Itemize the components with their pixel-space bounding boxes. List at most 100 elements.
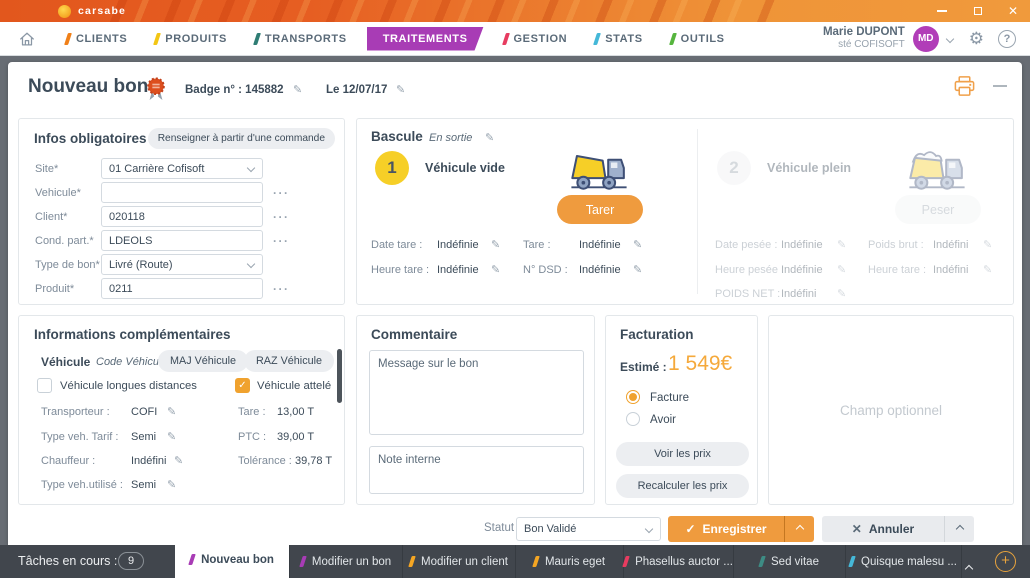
nav-item-produits[interactable]: PRODUITS	[155, 22, 227, 56]
vehicule-lookup-button[interactable]: ···	[273, 186, 290, 200]
poids-brut-edit-icon[interactable]: ✎	[983, 238, 992, 251]
heure-pesee-value: Indéfinie	[781, 264, 823, 276]
collapse-button[interactable]	[993, 85, 1007, 87]
printer-icon	[953, 75, 976, 97]
bascule-mode-edit-icon[interactable]: ✎	[485, 131, 494, 144]
radio-facture[interactable]	[626, 390, 640, 404]
tare-edit-icon[interactable]: ✎	[633, 238, 642, 251]
tare-info-label: Tare :	[238, 406, 266, 418]
tab-slash-icon	[758, 556, 766, 567]
poids-net-edit-icon[interactable]: ✎	[837, 287, 846, 300]
chevron-down-icon	[247, 164, 255, 172]
client-lookup-button[interactable]: ···	[273, 210, 290, 224]
tarer-button[interactable]: Tarer	[557, 195, 643, 224]
step2-circle: 2	[717, 151, 751, 185]
window-maximize-button[interactable]	[961, 0, 995, 22]
dsd-edit-icon[interactable]: ✎	[633, 263, 642, 276]
chauffeur-edit-icon[interactable]: ✎	[174, 454, 183, 467]
enregistrer-more-button[interactable]	[784, 516, 814, 542]
home-icon	[18, 30, 36, 48]
peser-button[interactable]: Peser	[895, 195, 981, 224]
scrollbar-thumb[interactable]	[337, 349, 342, 403]
produit-input[interactable]	[101, 278, 263, 299]
page-title: Nouveau bon	[28, 76, 148, 98]
new-tab-button[interactable]: +	[995, 551, 1016, 572]
tab-quisque-malesu[interactable]: Quisque malesu ...	[845, 545, 962, 578]
note-textarea[interactable]	[369, 446, 584, 494]
badge-edit-icon[interactable]: ✎	[293, 83, 302, 96]
heure-pesee-edit-icon[interactable]: ✎	[837, 263, 846, 276]
poids-net-label: POIDS NET :	[715, 288, 780, 300]
type-veh-tarif-value: Semi	[131, 431, 156, 443]
dsd-label: N° DSD :	[523, 264, 568, 276]
produit-lookup-button[interactable]: ···	[273, 282, 290, 296]
voir-les-prix-button[interactable]: Voir les prix	[616, 442, 749, 466]
raz-vehicule-button[interactable]: RAZ Véhicule	[244, 350, 334, 372]
enregistrer-button[interactable]: ✓ Enregistrer	[668, 516, 784, 542]
date-edit-icon[interactable]: ✎	[396, 83, 405, 96]
home-button[interactable]	[18, 30, 36, 48]
cond-part-lookup-button[interactable]: ···	[273, 234, 290, 248]
print-button[interactable]	[953, 75, 976, 102]
transporteur-edit-icon[interactable]: ✎	[167, 405, 176, 418]
panel-champ-optionnel: Champ optionnel	[768, 315, 1014, 505]
date-pesee-value: Indéfinie	[781, 239, 823, 251]
date-pesee-edit-icon[interactable]: ✎	[837, 238, 846, 251]
tab-mauris-eget[interactable]: Mauris eget	[515, 545, 623, 578]
logo-icon	[58, 5, 71, 18]
radio-avoir[interactable]	[626, 412, 640, 426]
tare-info-value: 13,00 T	[277, 406, 314, 418]
checkbox-vehicule-attele[interactable]: ✓	[235, 378, 250, 393]
panel-commentaire: Commentaire	[356, 315, 595, 505]
tab-sed-vitae[interactable]: Sed vitae	[733, 545, 845, 578]
chevron-up-icon	[955, 525, 963, 533]
maj-vehicule-button[interactable]: MAJ Véhicule	[158, 350, 248, 372]
nav-slash-icon	[64, 33, 72, 45]
panel-infos-obligatoires: Infos obligatoires Renseigner à partir d…	[18, 118, 345, 305]
tab-slash-icon	[622, 556, 630, 567]
tab-nouveau-bon[interactable]: Nouveau bon	[175, 541, 289, 578]
checkbox-vehicule-longues-distances[interactable]	[37, 378, 52, 393]
nav-item-stats[interactable]: STATS	[595, 22, 642, 56]
statut-select[interactable]: Bon Validé	[516, 517, 661, 541]
avatar[interactable]: MD	[913, 26, 939, 52]
maximize-icon	[974, 7, 982, 15]
type-veh-utilise-edit-icon[interactable]: ✎	[167, 478, 176, 491]
recalculer-les-prix-button[interactable]: Recalculer les prix	[616, 474, 749, 498]
type-bon-select[interactable]: Livré (Route)	[101, 254, 263, 275]
nav-item-gestion[interactable]: GESTION	[504, 22, 568, 56]
user-menu-chevron-icon[interactable]	[946, 34, 954, 42]
site-select[interactable]: 01 Carrière Cofisoft	[101, 158, 263, 179]
tab-phasellus-auctor[interactable]: Phasellus auctor ...	[623, 545, 733, 578]
annuler-button[interactable]: ✕ Annuler	[822, 516, 944, 542]
nav-item-clients[interactable]: CLIENTS	[66, 22, 127, 56]
vehicule-input[interactable]	[101, 182, 263, 203]
estimate-label: Estimé :	[620, 360, 667, 374]
tab-modifier-un-client[interactable]: Modifier un client	[402, 545, 515, 578]
window-minimize-button[interactable]	[925, 0, 959, 22]
taskbar: Tâches en cours : 9 Nouveau bon Modifier…	[0, 545, 1030, 578]
checkbox-longues-label: Véhicule longues distances	[60, 380, 197, 392]
window-close-button[interactable]: ✕	[996, 0, 1030, 22]
check-icon: ✓	[238, 380, 246, 391]
site-label: Site*	[35, 163, 58, 175]
client-input[interactable]	[101, 206, 263, 227]
help-button[interactable]: ?	[998, 30, 1016, 48]
nav-item-traitements[interactable]: TRAITEMENTS	[367, 27, 484, 51]
nav-slash-icon	[593, 33, 601, 45]
fill-from-order-button[interactable]: Renseigner à partir d'une commande	[148, 128, 335, 149]
cond-part-input[interactable]	[101, 230, 263, 251]
tab-modifier-un-bon[interactable]: Modifier un bon	[289, 545, 402, 578]
nav-item-transports[interactable]: TRANSPORTS	[255, 22, 347, 56]
date-pesee-label: Date pesée :	[715, 239, 777, 251]
heure-tare-edit-icon[interactable]: ✎	[491, 263, 500, 276]
settings-button[interactable]: ⚙	[969, 29, 984, 49]
message-textarea[interactable]	[369, 350, 584, 435]
panel-title: Facturation	[620, 327, 694, 342]
heure-tare2-edit-icon[interactable]: ✎	[983, 263, 992, 276]
nav-item-outils[interactable]: OUTILS	[671, 22, 725, 56]
type-veh-tarif-edit-icon[interactable]: ✎	[167, 430, 176, 443]
taskbar-collapse-button[interactable]	[966, 559, 972, 577]
date-tare-edit-icon[interactable]: ✎	[491, 238, 500, 251]
annuler-more-button[interactable]	[944, 516, 974, 542]
